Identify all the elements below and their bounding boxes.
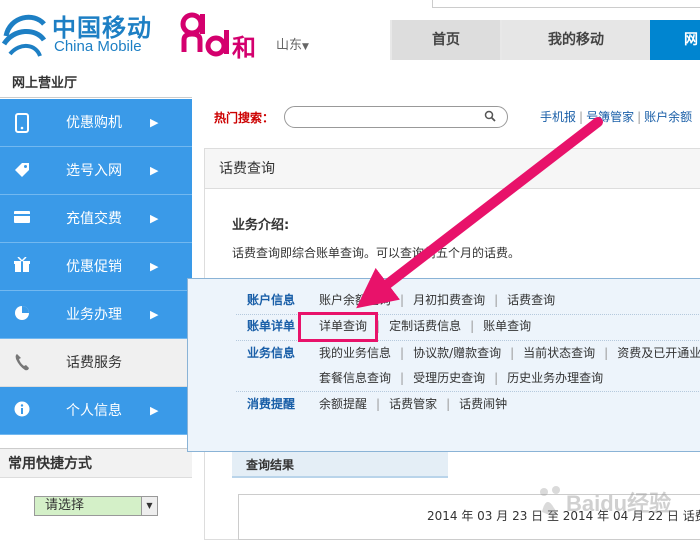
tag-icon bbox=[12, 161, 32, 181]
divider: | bbox=[637, 110, 642, 124]
sidebar-item-label: 选号入网 bbox=[66, 163, 122, 179]
menu-item-monthly-deduction[interactable]: 月初扣费查询 bbox=[413, 293, 485, 307]
menu-item-balance-query[interactable]: 账户余额查询 bbox=[319, 293, 391, 307]
menu-item-fee-manager[interactable]: 话费管家 bbox=[389, 397, 437, 411]
gift-icon bbox=[12, 256, 32, 277]
sidebar-title: 网上营业厅 bbox=[0, 70, 192, 98]
menu-row-business-2: 套餐信息查询 | 受理历史查询 | 历史业务办理查询 bbox=[188, 367, 700, 389]
sidebar-item-promotions[interactable]: 优惠促销 ▶ bbox=[0, 243, 192, 291]
menu-divider bbox=[236, 391, 700, 392]
search-icon[interactable] bbox=[484, 110, 496, 125]
menu-item-package-query[interactable]: 套餐信息查询 bbox=[319, 371, 391, 385]
intro-title: 业务介绍: bbox=[232, 218, 290, 233]
menu-item-balance-reminder[interactable]: 余额提醒 bbox=[319, 397, 367, 411]
divider: | bbox=[579, 110, 584, 124]
nav-tab-home[interactable]: 首页 bbox=[392, 20, 500, 60]
divider: | bbox=[470, 319, 475, 333]
shortcut-title: 常用快捷方式 bbox=[0, 448, 192, 478]
chevron-right-icon: ▶ bbox=[150, 404, 159, 417]
search-input[interactable] bbox=[284, 106, 508, 128]
tab-query-result[interactable]: 查询结果 bbox=[232, 452, 448, 478]
divider: | bbox=[400, 371, 405, 385]
menu-item-bill-query[interactable]: 账单查询 bbox=[483, 319, 531, 333]
menu-item-business-history[interactable]: 历史业务办理查询 bbox=[507, 371, 603, 385]
menu-row-account: 账户信息 账户余额查询 | 月初扣费查询 | 话费查询 bbox=[188, 289, 700, 311]
info-icon bbox=[12, 401, 32, 421]
menu-item-agreement-query[interactable]: 协议款/赠款查询 bbox=[413, 346, 501, 360]
region-selector[interactable]: 山东▼ bbox=[276, 34, 309, 53]
menu-items: 余额提醒 | 话费管家 | 话费闹钟 bbox=[319, 393, 507, 415]
chevron-right-icon: ▶ bbox=[150, 308, 159, 321]
menu-row-business: 业务信息 我的业务信息 | 协议款/赠款查询 | 当前状态查询 | 资费及已开通业 bbox=[188, 342, 700, 364]
sidebar-item-label: 业务办理 bbox=[66, 307, 122, 323]
chevron-right-icon: ▶ bbox=[150, 116, 159, 129]
sidebar-item-recharge[interactable]: 充值交费 ▶ bbox=[0, 195, 192, 243]
quick-link-contacts[interactable]: 号簿管家 bbox=[586, 110, 634, 124]
sidebar-item-label: 话费服务 bbox=[66, 355, 122, 371]
divider: | bbox=[494, 293, 499, 307]
menu-category: 消费提醒 bbox=[247, 397, 296, 411]
menu-item-fee-query[interactable]: 话费查询 bbox=[507, 293, 555, 307]
hot-search-label: 热门搜索： bbox=[214, 111, 275, 125]
divider: | bbox=[400, 346, 405, 360]
intro-text: 话费查询即综合账单查询。可以查询前五个月的话费。 bbox=[232, 246, 521, 260]
nav-tab-my-mobile[interactable]: 我的移动 bbox=[502, 20, 650, 60]
menu-item-status-query[interactable]: 当前状态查询 bbox=[523, 346, 595, 360]
chevron-right-icon: ▶ bbox=[150, 212, 159, 225]
card-icon bbox=[12, 209, 32, 229]
sidebar-item-personal-info[interactable]: 个人信息 ▶ bbox=[0, 387, 192, 435]
caret-down-icon: ▼ bbox=[302, 42, 309, 52]
sidebar-menu: 优惠购机 ▶ 选号入网 ▶ 充值交费 ▶ 优惠促销 ▶ 业务办理 ▶ 话费服务 bbox=[0, 99, 192, 435]
menu-item-custom-fee[interactable]: 定制话费信息 bbox=[389, 319, 461, 333]
brand-he-text: 和 bbox=[232, 34, 256, 62]
menu-row-bills: 账单详单 详单查询 | 定制话费信息 | 账单查询 bbox=[188, 315, 700, 337]
sidebar-item-label: 优惠促销 bbox=[66, 259, 122, 275]
divider: | bbox=[446, 397, 451, 411]
dropdown-arrow-icon[interactable]: ▼ bbox=[141, 497, 157, 515]
divider: | bbox=[400, 293, 405, 307]
menu-category: 账单详单 bbox=[247, 319, 296, 333]
menu-category: 账户信息 bbox=[247, 293, 296, 307]
quick-link-news[interactable]: 手机报 bbox=[540, 110, 576, 124]
divider: | bbox=[494, 371, 499, 385]
highlight-box bbox=[298, 312, 378, 342]
phone-icon bbox=[12, 113, 32, 133]
divider: | bbox=[604, 346, 609, 360]
pie-icon bbox=[12, 305, 32, 325]
divider: | bbox=[376, 397, 381, 411]
nav-tab-online[interactable]: 网 bbox=[650, 20, 700, 60]
chevron-right-icon: ▶ bbox=[150, 164, 159, 177]
sidebar-item-label: 个人信息 bbox=[66, 403, 122, 419]
sidebar-item-billing[interactable]: 话费服务 bbox=[0, 339, 192, 387]
page-title: 话费查询 bbox=[205, 149, 700, 189]
sidebar-item-business[interactable]: 业务办理 ▶ bbox=[0, 291, 192, 339]
menu-items: 账户余额查询 | 月初扣费查询 | 话费查询 bbox=[319, 289, 555, 311]
watermark-text: Baidu经验 bbox=[566, 491, 672, 516]
nav-top-border bbox=[432, 0, 700, 8]
menu-item-tariff[interactable]: 资费及已开通业 bbox=[617, 346, 700, 360]
sidebar-item-label: 充值交费 bbox=[66, 211, 122, 227]
menu-item-my-business[interactable]: 我的业务信息 bbox=[319, 346, 391, 360]
menu-item-history-query[interactable]: 受理历史查询 bbox=[413, 371, 485, 385]
chevron-right-icon: ▶ bbox=[150, 260, 159, 273]
shortcut-select[interactable]: 请选择 ▼ bbox=[34, 496, 158, 516]
shortcut-select-value: 请选择 bbox=[45, 498, 85, 513]
divider: | bbox=[510, 346, 515, 360]
billing-dropdown-menu: 账户信息 账户余额查询 | 月初扣费查询 | 话费查询 账单详单 详单查询 | 定制话费信息… bbox=[187, 278, 700, 452]
menu-items: 套餐信息查询 | 受理历史查询 | 历史业务办理查询 bbox=[319, 367, 603, 389]
quick-links: 手机报 | 号簿管家 | 账户余额 bbox=[540, 108, 692, 125]
sidebar-item-phone-deals[interactable]: 优惠购机 ▶ bbox=[0, 99, 192, 147]
logo-text-en: China Mobile bbox=[54, 38, 142, 55]
menu-category: 业务信息 bbox=[247, 346, 296, 360]
quick-link-balance[interactable]: 账户余额 bbox=[644, 110, 692, 124]
sidebar-item-choose-number[interactable]: 选号入网 ▶ bbox=[0, 147, 192, 195]
sidebar-item-label: 优惠购机 bbox=[66, 115, 122, 131]
handset-icon bbox=[12, 353, 32, 373]
menu-item-fee-alarm[interactable]: 话费闹钟 bbox=[459, 397, 507, 411]
menu-row-reminders: 消费提醒 余额提醒 | 话费管家 | 话费闹钟 bbox=[188, 393, 700, 415]
menu-items: 我的业务信息 | 协议款/赠款查询 | 当前状态查询 | 资费及已开通业 bbox=[319, 342, 700, 364]
region-label: 山东 bbox=[276, 38, 303, 53]
